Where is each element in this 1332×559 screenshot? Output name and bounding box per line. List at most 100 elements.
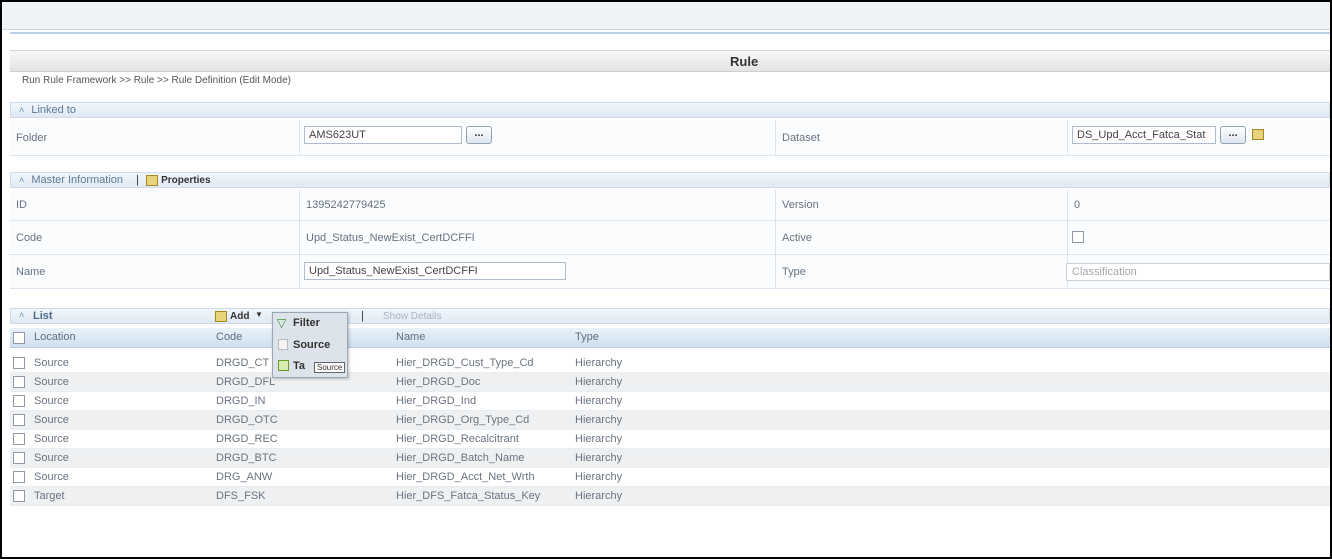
active-label: Active	[776, 221, 1068, 254]
folder-label: Folder	[10, 120, 300, 155]
row-location: Source	[34, 395, 69, 407]
id-value: 1395242779425	[300, 190, 776, 220]
row-location: Source	[34, 471, 69, 483]
row-name: Hier_DRGD_Cust_Type_Cd	[396, 357, 534, 369]
row-location: Source	[34, 414, 69, 426]
code-value: Upd_Status_NewExist_CertDCFFI	[300, 221, 776, 254]
row-type: Hierarchy	[575, 490, 623, 502]
table-row[interactable]: Source DRGD_OTC Hier_DRGD_Org_Type_Cd Hi…	[10, 411, 1330, 430]
row-location: Source	[34, 433, 69, 445]
row-code: DFS_FSK	[216, 490, 266, 502]
row-type: Hierarchy	[575, 357, 623, 369]
app-frame: Rule Run Rule Framework >> Rule >> Rule …	[0, 0, 1332, 559]
row-type: Hierarchy	[575, 471, 623, 483]
row-code: DRGD_REC	[216, 433, 278, 445]
type-label: Type	[776, 255, 1068, 288]
version-value: 0	[1074, 199, 1081, 211]
table-row[interactable]: Source DRG_ANW Hier_DRGD_Acct_Net_Wrth H…	[10, 468, 1330, 487]
code-label: Code	[10, 221, 300, 254]
active-checkbox[interactable]	[1072, 231, 1084, 243]
row-name: Hier_DRGD_Acct_Net_Wrth	[396, 471, 535, 483]
source-tooltip: Source	[314, 362, 346, 373]
row-type: Hierarchy	[575, 414, 623, 426]
linked-to-title: Linked to	[31, 104, 76, 116]
code-row: Code Upd_Status_NewExist_CertDCFFI Activ…	[10, 221, 1330, 255]
list-title: List	[33, 310, 53, 322]
dataset-label: Dataset	[776, 120, 1068, 155]
row-code: DRGD_DFL	[216, 376, 276, 388]
show-details-button[interactable]: Show Details	[383, 311, 441, 322]
table-row[interactable]: Source DRGD_BTC Hier_DRGD_Batch_Name Hie…	[10, 449, 1330, 468]
row-name: Hier_DRGD_Ind	[396, 395, 477, 407]
linked-to-header[interactable]: ˄ Linked to	[10, 102, 1330, 118]
type-select[interactable]: Classification	[1066, 263, 1330, 281]
row-location: Source	[34, 376, 69, 388]
add-button[interactable]: Add	[230, 311, 249, 322]
top-band	[2, 2, 1330, 30]
active-cell	[1068, 221, 1330, 254]
table-row[interactable]: Source DRGD_REC Hier_DRGD_Recalcitrant H…	[10, 430, 1330, 449]
row-location: Target	[34, 490, 65, 502]
row-type: Hierarchy	[575, 376, 623, 388]
column-code[interactable]: Code	[216, 331, 242, 343]
name-input[interactable]: Upd_Status_NewExist_CertDCFFI	[304, 262, 566, 280]
menu-item-target[interactable]: Ta	[293, 360, 305, 372]
row-checkbox[interactable]	[13, 433, 25, 445]
folder-input[interactable]: AMS623UT	[304, 126, 462, 144]
row-checkbox[interactable]	[13, 490, 25, 502]
row-code: DRG_ANW	[216, 471, 273, 483]
row-code: DRGD_BTC	[216, 452, 277, 464]
row-code: DRGD_CT	[216, 357, 270, 369]
list-header: ˄ List Add ▼ | Show Details	[10, 308, 1330, 324]
row-location: Source	[34, 452, 69, 464]
column-type[interactable]: Type	[575, 331, 599, 343]
select-all-checkbox[interactable]	[13, 332, 25, 344]
row-location: Source	[34, 357, 69, 369]
row-checkbox[interactable]	[13, 357, 25, 369]
page-title: Rule	[730, 54, 759, 69]
properties-button[interactable]: Properties	[161, 175, 210, 186]
row-name: Hier_DRGD_Batch_Name	[396, 452, 525, 464]
master-info-header[interactable]: ˄ Master Information | Properties	[10, 172, 1330, 188]
chevron-up-icon[interactable]: ˄	[19, 310, 24, 320]
row-code: DRGD_OTC	[216, 414, 278, 426]
page-title-bar: Rule	[10, 50, 1330, 72]
menu-item-filter[interactable]: Filter	[293, 317, 320, 329]
row-name: Hier_DRGD_Doc	[396, 376, 481, 388]
row-name: Hier_DRGD_Recalcitrant	[396, 433, 519, 445]
menu-item-source[interactable]: Source	[293, 339, 330, 351]
breadcrumb: Run Rule Framework >> Rule >> Rule Defin…	[22, 75, 292, 86]
row-checkbox[interactable]	[13, 395, 25, 407]
version-label: Version	[776, 190, 1068, 220]
row-checkbox[interactable]	[13, 471, 25, 483]
master-info-title: Master Information	[31, 174, 124, 186]
chevron-up-icon: ˄	[19, 105, 25, 115]
folder-browse-button[interactable]: ...	[466, 126, 492, 144]
id-row: ID 1395242779425 Version 0	[10, 190, 1330, 221]
row-type: Hierarchy	[575, 452, 623, 464]
dataset-icon[interactable]	[1252, 129, 1264, 140]
source-icon	[278, 339, 288, 350]
row-checkbox[interactable]	[13, 414, 25, 426]
separator: |	[136, 174, 139, 186]
table-row[interactable]: Source DRGD_CT Hier_DRGD_Cust_Type_Cd Hi…	[10, 354, 1330, 373]
chevron-down-icon[interactable]: ▼	[255, 310, 263, 319]
row-name: Hier_DRGD_Org_Type_Cd	[396, 414, 530, 426]
row-checkbox[interactable]	[13, 452, 25, 464]
table-row[interactable]: Source DRGD_DFL Hier_DRGD_Doc Hierarchy	[10, 373, 1330, 392]
properties-icon	[146, 174, 159, 186]
table-row[interactable]: Source DRGD_IN Hier_DRGD_Ind Hierarchy	[10, 392, 1330, 411]
add-icon	[215, 311, 227, 322]
column-location[interactable]: Location	[34, 331, 76, 343]
toolbar-separator: |	[361, 310, 364, 322]
dataset-browse-button[interactable]: ...	[1220, 126, 1246, 144]
table-row[interactable]: Target DFS_FSK Hier_DFS_Fatca_Status_Key…	[10, 487, 1330, 506]
row-name: Hier_DFS_Fatca_Status_Key	[396, 490, 541, 502]
chevron-up-icon: ˄	[19, 175, 25, 185]
row-type: Hierarchy	[575, 395, 623, 407]
list-column-header: Location Code Name Type	[10, 328, 1330, 348]
target-icon	[278, 360, 289, 371]
row-checkbox[interactable]	[13, 376, 25, 388]
column-name[interactable]: Name	[396, 331, 425, 343]
dataset-input[interactable]: DS_Upd_Acct_Fatca_Stat	[1072, 126, 1216, 144]
